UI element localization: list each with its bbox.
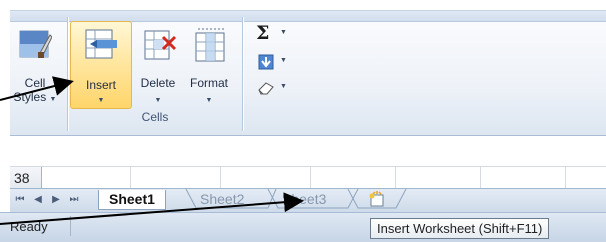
arrow-to-insert bbox=[0, 76, 74, 101]
annotation-arrows bbox=[0, 76, 304, 225]
arrow-to-insert-worksheet bbox=[0, 192, 304, 225]
